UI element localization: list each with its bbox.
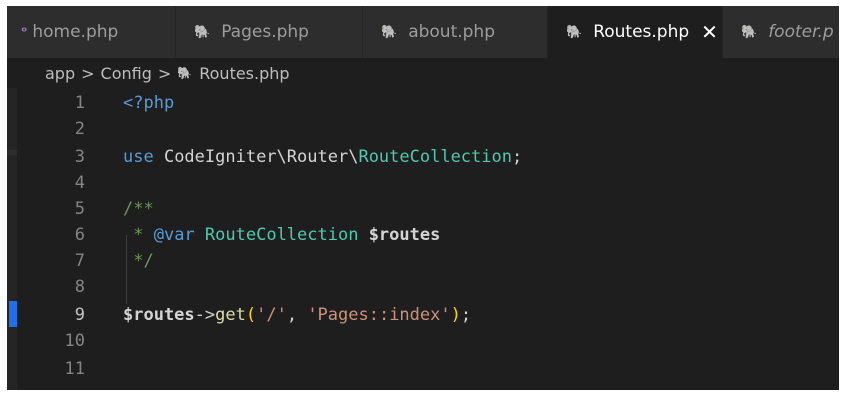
code-line: 2 — [17, 116, 839, 142]
method-name-token: get — [215, 305, 246, 325]
breadcrumb-separator: > — [157, 63, 172, 83]
code-line: 1 <?php — [17, 90, 839, 116]
php-elephant-icon: 🐘 — [194, 24, 210, 40]
php-elephant-icon: 🐘 — [177, 66, 192, 80]
namespace-token: Router — [286, 147, 349, 167]
php-elephant-icon: 🐘 — [381, 24, 397, 40]
current-line-indicator — [9, 301, 17, 327]
line-number: 8 — [74, 277, 85, 297]
tab-footer-php[interactable]: 🐘 footer.p — [723, 6, 839, 58]
variable-token: $routes — [358, 225, 441, 245]
string-token: 'Pages::index' — [307, 305, 451, 325]
code-line-current: 9 $routes->get('/', 'Pages::index'); — [17, 302, 839, 328]
class-name-token: RouteCollection — [204, 225, 359, 245]
code-editor[interactable]: 1 <?php 2 3 use CodeIgniter\Router\Route… — [17, 88, 839, 390]
code-line: 8 — [17, 274, 839, 300]
arrow-operator: -> — [194, 305, 216, 325]
docblock-open: /** — [123, 199, 154, 219]
tab-label: home.php — [32, 22, 119, 42]
code-line: 4 — [17, 170, 839, 196]
line-number: 3 — [74, 147, 85, 167]
screenshot-frame-bottom — [0, 390, 843, 394]
tab-home-php[interactable]: ᵒ home.php — [7, 6, 175, 58]
breadcrumb-item-app[interactable]: app — [45, 64, 75, 83]
namespace-token: CodeIgniter\ — [153, 147, 287, 167]
tab-about-php[interactable]: 🐘 about.php — [363, 6, 547, 58]
code-line: 11 — [17, 356, 839, 382]
screenshot-frame-left — [0, 0, 7, 394]
docblock-close: */ — [123, 251, 154, 271]
screenshot-frame-right — [839, 0, 843, 394]
breadcrumb-item-routes-php[interactable]: Routes.php — [199, 64, 289, 83]
comma-token: , — [286, 305, 308, 325]
code-line: 3 use CodeIgniter\Router\RouteCollection… — [17, 144, 839, 170]
docblock-star: * — [123, 225, 154, 245]
php-elephant-icon: 🐘 — [566, 24, 582, 40]
line-number: 10 — [64, 331, 85, 351]
string-token: '/' — [256, 305, 287, 325]
breadcrumb: app > Config > 🐘 Routes.php — [7, 58, 839, 88]
line-number: 7 — [74, 251, 85, 271]
line-number: 5 — [74, 199, 85, 219]
line-number: 1 — [74, 93, 85, 113]
tab-label: Pages.php — [221, 22, 309, 42]
php-open-tag: <?php — [123, 93, 175, 113]
line-number: 11 — [64, 359, 85, 379]
tab-routes-php[interactable]: 🐘 Routes.php ✕ — [548, 6, 722, 58]
tab-pages-php[interactable]: 🐘 Pages.php — [176, 6, 362, 58]
editor-tab-bar: ᵒ home.php 🐘 Pages.php 🐘 about.php 🐘 Rou… — [7, 6, 839, 58]
tab-label: footer.p — [768, 22, 834, 42]
breadcrumb-separator: > — [81, 63, 95, 83]
paren-token: ( — [245, 305, 257, 325]
gutter-band — [7, 150, 17, 155]
breadcrumb-item-config[interactable]: Config — [101, 64, 152, 83]
line-number: 4 — [74, 173, 85, 193]
close-icon[interactable]: ✕ — [701, 20, 718, 44]
tab-label: about.php — [408, 22, 495, 42]
code-line: 10 — [17, 328, 839, 354]
tab-label: Routes.php — [593, 22, 690, 42]
semicolon-token: ; — [460, 305, 472, 325]
semicolon-token: ; — [511, 147, 523, 167]
variable-token: $routes — [123, 305, 195, 325]
use-keyword: use — [123, 147, 154, 167]
docblock-var-tag: @var — [153, 225, 195, 245]
line-number: 9 — [74, 305, 85, 325]
editor-gutter-strip — [7, 88, 17, 390]
class-name-token: RouteCollection — [358, 147, 512, 167]
paren-token: ) — [450, 305, 461, 325]
code-line: 6 * @var RouteCollection $routes — [17, 222, 839, 248]
php-elephant-icon: 🐘 — [741, 24, 757, 40]
line-number: 2 — [74, 119, 85, 139]
code-line: 5 /** — [17, 196, 839, 222]
line-number: 6 — [74, 225, 85, 245]
namespace-token: \ — [348, 147, 359, 167]
code-line: 7 */ — [17, 248, 839, 274]
php-elephant-icon: ᵒ — [21, 24, 27, 40]
